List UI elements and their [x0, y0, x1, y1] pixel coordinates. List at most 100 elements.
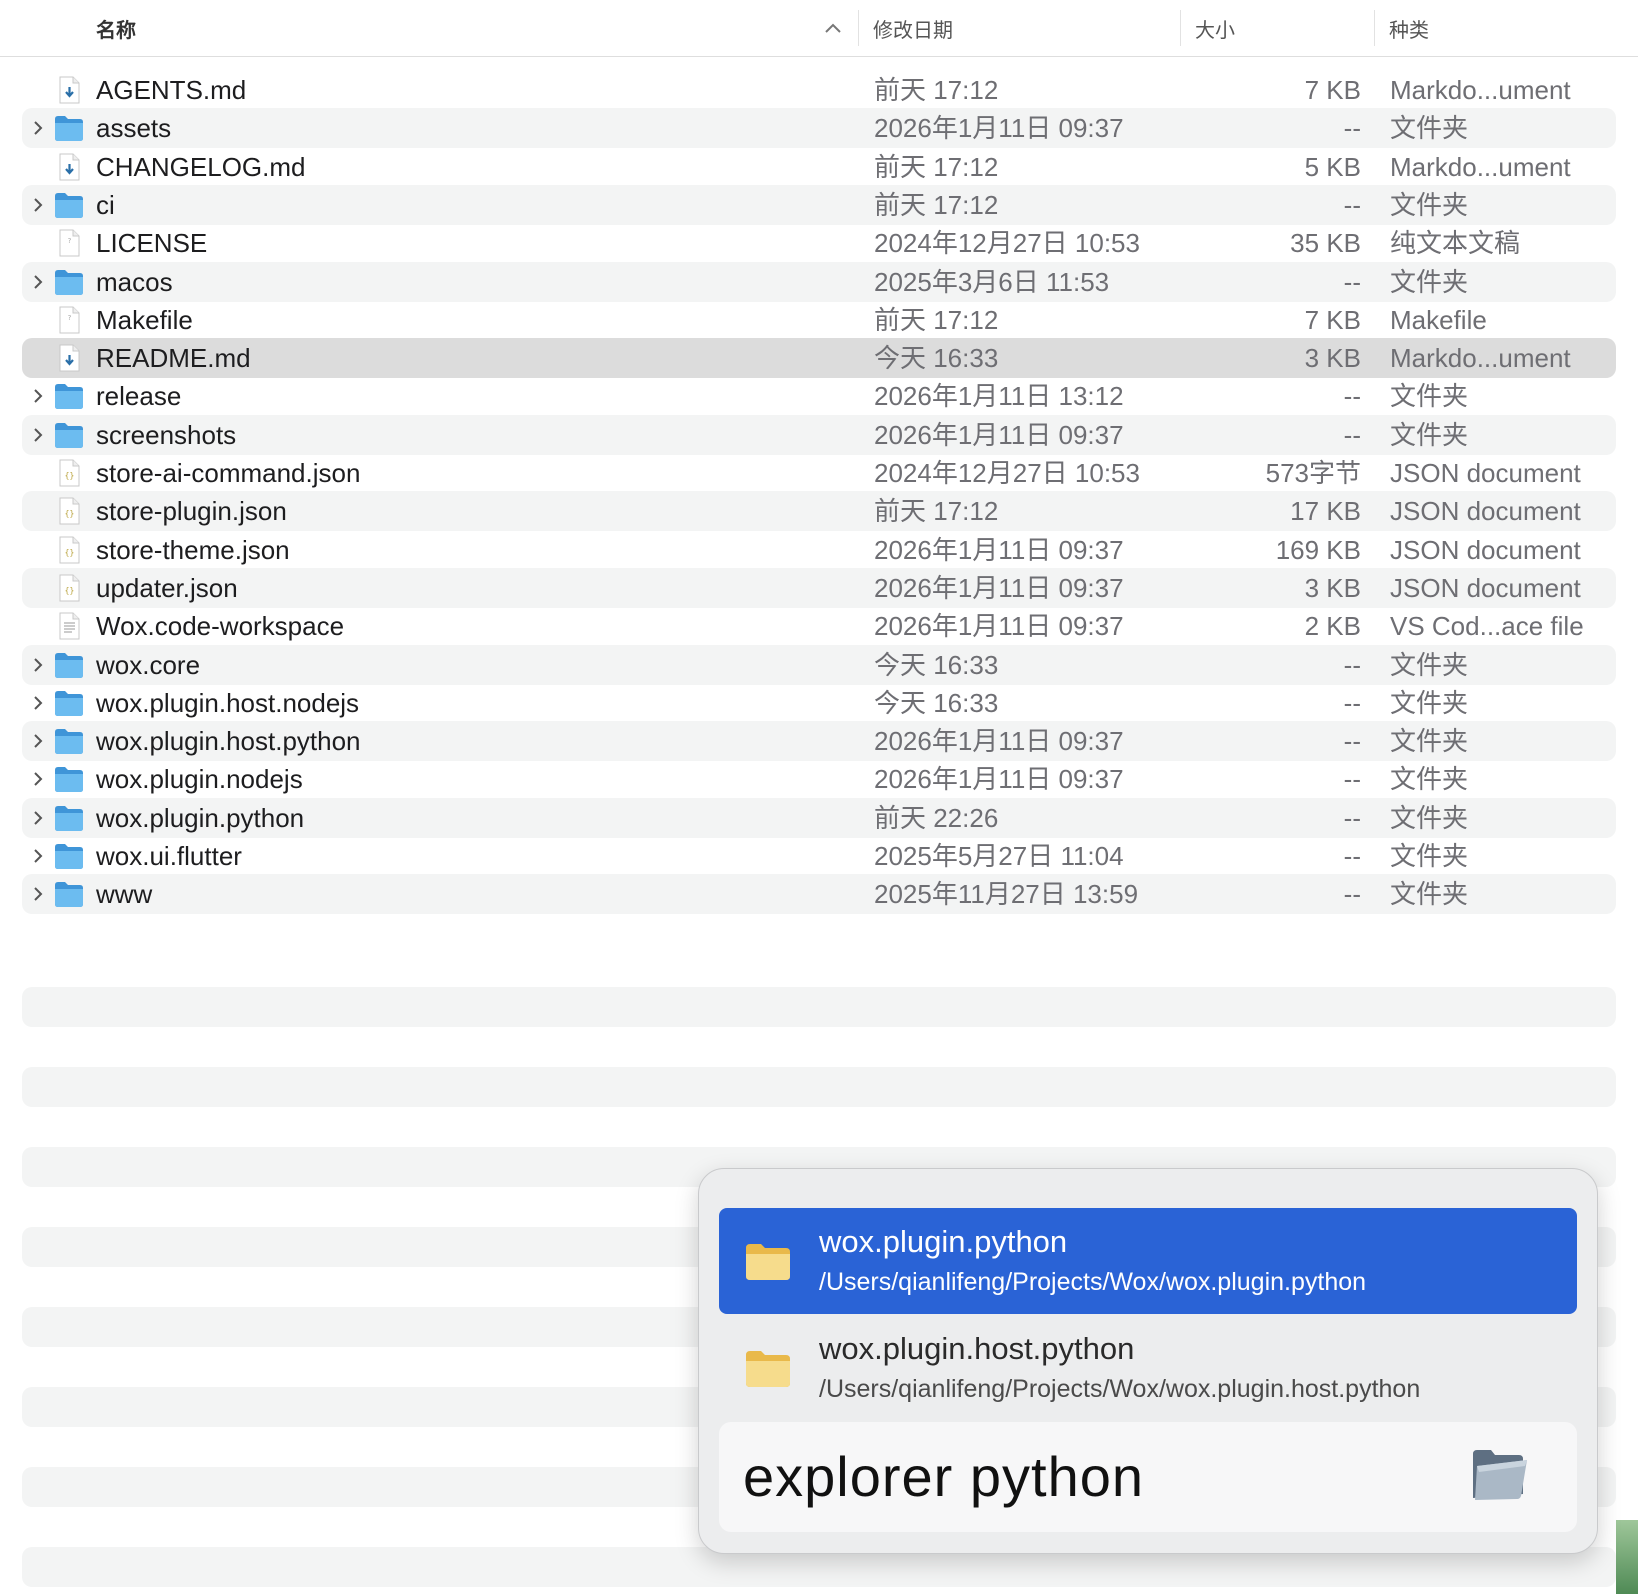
file-name: wox.plugin.host.python	[96, 726, 361, 757]
column-size[interactable]: 大小	[1195, 14, 1235, 43]
table-row[interactable]: www 2025年11月27日 13:59 -- 文件夹	[22, 874, 1616, 915]
file-size: --	[1343, 649, 1361, 680]
folder-icon	[55, 844, 83, 869]
chevron-right-icon[interactable]	[32, 426, 44, 444]
column-divider[interactable]	[1374, 10, 1375, 46]
file-size: --	[1343, 113, 1361, 144]
table-row[interactable]: AGENTS.md 前天 17:12 7 KB Markdo...ument	[22, 70, 1616, 110]
chevron-right-icon[interactable]	[32, 885, 44, 903]
open-folder-icon	[1473, 1450, 1527, 1500]
chevron-right-icon[interactable]	[32, 809, 44, 827]
chevron-right-icon[interactable]	[32, 732, 44, 750]
file-date: 2026年1月11日 09:37	[874, 534, 1124, 565]
chevron-right-icon[interactable]	[32, 694, 44, 712]
svg-text:{}: {}	[65, 509, 75, 518]
table-row[interactable]: ? Makefile 前天 17:12 7 KB Makefile	[22, 300, 1616, 340]
chevron-right-icon[interactable]	[32, 196, 44, 214]
table-row[interactable]: assets 2026年1月11日 09:37 -- 文件夹	[22, 108, 1616, 149]
file-size: --	[1343, 189, 1361, 220]
markdown-file-icon	[59, 153, 80, 181]
svg-text:{}: {}	[65, 471, 75, 480]
file-size: 35 KB	[1290, 228, 1361, 259]
file-name: www	[96, 879, 153, 910]
file-kind: 文件夹	[1390, 381, 1469, 412]
file-size: --	[1343, 726, 1361, 757]
table-row[interactable]: README.md 今天 16:33 3 KB Markdo...ument	[22, 338, 1616, 379]
file-kind: JSON document	[1390, 496, 1581, 527]
file-date: 2026年1月11日 09:37	[874, 419, 1124, 450]
file-kind: 文件夹	[1390, 649, 1469, 680]
table-row[interactable]: release 2026年1月11日 13:12 -- 文件夹	[22, 376, 1616, 416]
table-row[interactable]: CHANGELOG.md 前天 17:12 5 KB Markdo...ument	[22, 147, 1616, 187]
chevron-right-icon[interactable]	[32, 656, 44, 674]
file-size: 7 KB	[1304, 304, 1361, 335]
file-date: 前天 17:12	[874, 304, 999, 335]
file-date: 2026年1月11日 09:37	[874, 611, 1124, 642]
column-name[interactable]: 名称	[96, 14, 136, 43]
file-size: 2 KB	[1304, 611, 1361, 642]
file-name: release	[96, 381, 182, 412]
query-input[interactable]: explorer python	[719, 1422, 1577, 1532]
column-kind[interactable]: 种类	[1389, 14, 1429, 43]
table-row[interactable]: wox.core 今天 16:33 -- 文件夹	[22, 644, 1616, 685]
file-kind: 文件夹	[1390, 802, 1469, 833]
chevron-right-icon[interactable]	[32, 387, 44, 405]
file-size: --	[1343, 841, 1361, 871]
file-date: 2024年12月27日 10:53	[874, 458, 1140, 488]
file-kind: 文件夹	[1390, 687, 1469, 718]
column-modified[interactable]: 修改日期	[873, 14, 953, 43]
empty-row-stripe	[22, 987, 1616, 1027]
file-name: store-ai-command.json	[96, 458, 361, 488]
folder-icon	[746, 1351, 790, 1387]
file-size: --	[1343, 266, 1361, 297]
table-row[interactable]: macos 2025年3月6日 11:53 -- 文件夹	[22, 261, 1616, 302]
result-subtitle: /Users/qianlifeng/Projects/Wox/wox.plugi…	[819, 1268, 1367, 1296]
json-file-icon: {}	[59, 459, 80, 487]
table-row[interactable]: Wox.code-workspace 2026年1月11日 09:37 2 KB VS…	[22, 606, 1616, 646]
file-date: 2026年1月11日 09:37	[874, 113, 1124, 144]
chevron-right-icon[interactable]	[32, 847, 44, 865]
file-size: 3 KB	[1304, 343, 1361, 374]
file-size: --	[1343, 802, 1361, 833]
table-row[interactable]: wox.plugin.python 前天 22:26 -- 文件夹	[22, 797, 1616, 838]
file-size: 7 KB	[1304, 75, 1361, 105]
chevron-right-icon[interactable]	[32, 273, 44, 291]
plain-file-icon: ?	[59, 229, 80, 257]
file-kind: JSON document	[1390, 458, 1581, 488]
result-subtitle: /Users/qianlifeng/Projects/Wox/wox.plugi…	[819, 1375, 1421, 1403]
folder-icon	[55, 652, 83, 678]
table-row[interactable]: wox.ui.flutter 2025年5月27日 11:04 -- 文件夹	[22, 836, 1616, 876]
column-divider[interactable]	[1180, 10, 1181, 46]
table-row[interactable]: ? LICENSE 2024年12月27日 10:53 35 KB 纯文本文稿	[22, 223, 1616, 263]
chevron-up-icon[interactable]	[822, 20, 844, 36]
desktop-background	[1616, 1520, 1638, 1594]
file-date: 前天 17:12	[874, 189, 999, 220]
table-row[interactable]: {} store-plugin.json 前天 17:12 17 KB JSON doc…	[22, 491, 1616, 532]
svg-text:{}: {}	[65, 548, 75, 557]
file-kind: Markdo...ument	[1390, 151, 1571, 182]
file-name: wox.plugin.python	[96, 802, 305, 833]
file-kind: VS Cod...ace file	[1390, 611, 1584, 642]
table-row[interactable]: {} updater.json 2026年1月11日 09:37 3 KB JSON d…	[22, 567, 1616, 608]
launcher-window: wox.plugin.python /Users/qianlifeng/Proj…	[698, 1168, 1598, 1554]
file-kind: Makefile	[1390, 304, 1487, 335]
table-row[interactable]: screenshots 2026年1月11日 09:37 -- 文件夹	[22, 414, 1616, 455]
file-date: 今天 16:33	[874, 649, 999, 680]
file-size: 17 KB	[1290, 496, 1361, 527]
file-name: Makefile	[96, 304, 193, 335]
table-row[interactable]: {} store-theme.json 2026年1月11日 09:37 169 KB…	[22, 530, 1616, 570]
table-row[interactable]: wox.plugin.host.python 2026年1月11日 09:37 --…	[22, 721, 1616, 762]
file-size: 573字节	[1265, 458, 1361, 488]
table-row[interactable]: wox.plugin.host.nodejs 今天 16:33 -- 文件夹	[22, 683, 1616, 723]
launcher-result-item[interactable]: wox.plugin.python /Users/qianlifeng/Proj…	[719, 1208, 1577, 1314]
chevron-right-icon[interactable]	[32, 119, 44, 137]
launcher-result-item[interactable]: wox.plugin.host.python /Users/qianlifeng…	[719, 1315, 1577, 1421]
file-date: 2024年12月27日 10:53	[874, 228, 1140, 259]
query-text[interactable]: explorer python	[743, 1444, 1144, 1509]
folder-icon	[55, 384, 83, 410]
chevron-right-icon[interactable]	[32, 770, 44, 788]
table-row[interactable]: {} store-ai-command.json 2024年12月27日 10:53…	[22, 453, 1616, 493]
table-row[interactable]: ci 前天 17:12 -- 文件夹	[22, 184, 1616, 225]
column-divider[interactable]	[858, 10, 859, 46]
table-row[interactable]: wox.plugin.nodejs 2026年1月11日 09:37 -- 文件夹	[22, 759, 1616, 799]
